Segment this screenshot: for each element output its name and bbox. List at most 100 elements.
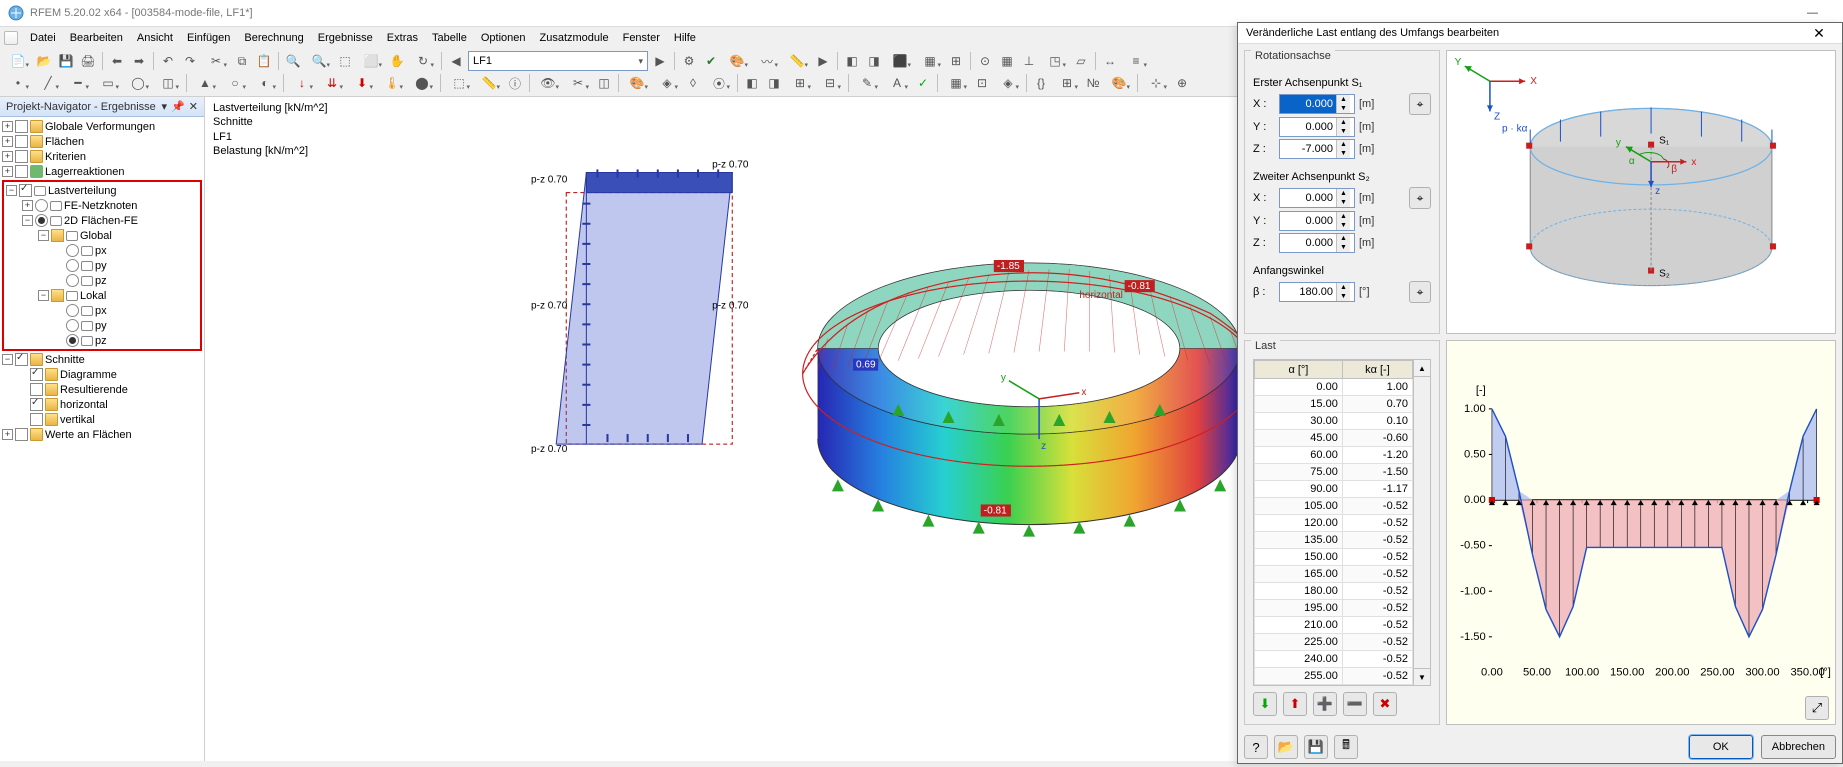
tree-global-px[interactable]: px	[4, 243, 200, 258]
plot-expand-button[interactable]: ⤢	[1805, 696, 1829, 720]
beta-spin[interactable]: ▲▼	[1279, 282, 1355, 302]
tb2-load-surf[interactable]: ⬇	[348, 73, 376, 93]
tb2-load-node[interactable]: ↓	[288, 73, 316, 93]
tree-lokal-px[interactable]: px	[4, 303, 200, 318]
tb2-member[interactable]: ━	[64, 73, 92, 93]
menu-fenster[interactable]: Fenster	[617, 30, 666, 46]
save-settings-button[interactable]: 💾	[1304, 735, 1328, 759]
tb-workplane[interactable]: ▱	[1071, 51, 1091, 71]
tree-global-py[interactable]: py	[4, 258, 200, 273]
table-row[interactable]: 210.00-0.52	[1255, 617, 1413, 634]
tb2-support[interactable]: ▲	[191, 73, 219, 93]
tb-paste[interactable]: 📋	[254, 51, 274, 71]
tree-flaechen[interactable]: +Flächen	[0, 134, 204, 149]
table-scrollbar[interactable]: ▲▼	[1413, 360, 1430, 685]
s2y-spin[interactable]: ▲▼	[1279, 211, 1355, 231]
tb-rotate[interactable]: ↻	[409, 51, 437, 71]
tb-save[interactable]: 💾	[56, 51, 76, 71]
tb2-views3[interactable]: ⊞	[786, 73, 814, 93]
menu-berechnung[interactable]: Berechnung	[238, 30, 309, 46]
tree-resultierende[interactable]: Resultierende	[0, 382, 204, 397]
table-row[interactable]: 105.00-0.52	[1255, 498, 1413, 515]
tree-lokal-pz[interactable]: pz	[4, 333, 200, 348]
calc-button[interactable]: 🖩	[1334, 735, 1358, 759]
menu-tabelle[interactable]: Tabelle	[426, 30, 473, 46]
menu-ansicht[interactable]: Ansicht	[131, 30, 179, 46]
tb-undo[interactable]: ↶	[158, 51, 178, 71]
tb-pan[interactable]: ✋	[387, 51, 407, 71]
menu-bearbeiten[interactable]: Bearbeiten	[64, 30, 129, 46]
tb2-node[interactable]: •	[4, 73, 32, 93]
tb-open[interactable]: 📂	[34, 51, 54, 71]
table-row[interactable]: 255.00-0.52	[1255, 668, 1413, 685]
open-folder-button[interactable]: 📂	[1274, 735, 1298, 759]
dialog-titlebar[interactable]: Veränderliche Last entlang des Umfangs b…	[1238, 23, 1842, 44]
tb2-load-mass[interactable]: ⬤	[408, 73, 436, 93]
table-row[interactable]: 30.000.10	[1255, 413, 1413, 430]
tree-2d-flaechen-fe[interactable]: −2D Flächen-FE	[4, 213, 200, 228]
s1z-spin[interactable]: ▲▼	[1279, 139, 1355, 159]
tb-scale[interactable]: 📏	[783, 51, 811, 71]
table-delete-button[interactable]: ✖	[1373, 692, 1397, 716]
tb-contour[interactable]: 🎨	[723, 51, 751, 71]
tb-misc5[interactable]: ⊞	[946, 51, 966, 71]
tree-vertikal[interactable]: vertikal	[0, 412, 204, 427]
help-button[interactable]: ?	[1244, 735, 1268, 759]
minimize-button[interactable]: —	[1790, 2, 1835, 24]
s1y-spin[interactable]: ▲▼	[1279, 117, 1355, 137]
tb2-views2[interactable]: ◨	[764, 73, 784, 93]
navigator-tree[interactable]: +Globale Verformungen +Flächen +Kriterie…	[0, 117, 204, 761]
tb2-number[interactable]: №	[1083, 73, 1103, 93]
tb-find[interactable]: 🔍	[283, 51, 303, 71]
table-row[interactable]: 150.00-0.52	[1255, 549, 1413, 566]
tree-lokal-py[interactable]: py	[4, 318, 200, 333]
table-row[interactable]: 240.00-0.52	[1255, 651, 1413, 668]
tb2-clip[interactable]: ✂	[564, 73, 592, 93]
tb2-quality[interactable]: ◈	[994, 73, 1022, 93]
ok-button[interactable]: OK	[1689, 735, 1753, 759]
tb2-perspective[interactable]: ◊	[683, 73, 703, 93]
tb2-text[interactable]: A	[883, 73, 911, 93]
tb-misc4[interactable]: ▦	[916, 51, 944, 71]
tree-horizontal[interactable]: horizontal	[0, 397, 204, 412]
table-row[interactable]: 135.00-0.52	[1255, 532, 1413, 549]
menu-zusatzmodule[interactable]: Zusatzmodule	[534, 30, 615, 46]
pick-s1-button[interactable]: ⌖	[1409, 93, 1431, 115]
tree-kriterien[interactable]: +Kriterien	[0, 149, 204, 164]
table-export-button[interactable]: ⬆	[1283, 692, 1307, 716]
tb2-annotation[interactable]: ✎	[853, 73, 881, 93]
tree-lokal[interactable]: −Lokal	[4, 288, 200, 303]
tb2-surface[interactable]: ▭	[94, 73, 122, 93]
pick-beta-button[interactable]: ⌖	[1409, 281, 1431, 303]
tb2-groups[interactable]: ⊞	[1053, 73, 1081, 93]
tb-prev-lf[interactable]: ◀	[446, 51, 466, 71]
tb2-views4[interactable]: ⊟	[816, 73, 844, 93]
tb2-section[interactable]: ◫	[594, 73, 614, 93]
tb2-refine[interactable]: ⊡	[972, 73, 992, 93]
dialog-close-button[interactable]: ✕	[1804, 23, 1834, 43]
tb-misc2[interactable]: ◨	[864, 51, 884, 71]
tb-nav-fwd[interactable]: ➡	[129, 51, 149, 71]
tb-deform[interactable]: 〰	[753, 51, 781, 71]
tree-lastverteilung[interactable]: −Lastverteilung	[4, 183, 200, 198]
cancel-button[interactable]: Abbrechen	[1761, 735, 1836, 759]
tb2-visibility[interactable]: 👁	[534, 73, 562, 93]
tb2-load-temp[interactable]: 🌡	[378, 73, 406, 93]
table-row[interactable]: 225.00-0.52	[1255, 634, 1413, 651]
pin-icon[interactable]: 📌	[171, 100, 185, 113]
tb2-measure[interactable]: 📏	[475, 73, 503, 93]
table-row[interactable]: 195.00-0.52	[1255, 600, 1413, 617]
tb2-release[interactable]: ◐	[251, 73, 279, 93]
table-row[interactable]: 120.00-0.52	[1255, 515, 1413, 532]
table-row[interactable]: 165.00-0.52	[1255, 566, 1413, 583]
pick-s2-button[interactable]: ⌖	[1409, 187, 1431, 209]
table-remove-button[interactable]: ➖	[1343, 692, 1367, 716]
tb2-basis[interactable]: ⊕	[1172, 73, 1192, 93]
tb-zoom-extents[interactable]: ⬜	[357, 51, 385, 71]
tree-werte-flaechen[interactable]: +Werte an Flächen	[0, 427, 204, 442]
tb2-viewpoint[interactable]: ⦿	[705, 73, 733, 93]
tb2-solid[interactable]: ◫	[154, 73, 182, 93]
tb-zoom[interactable]: 🔍	[305, 51, 333, 71]
table-row[interactable]: 0.001.00	[1255, 379, 1413, 396]
tree-diagramme[interactable]: Diagramme	[0, 367, 204, 382]
